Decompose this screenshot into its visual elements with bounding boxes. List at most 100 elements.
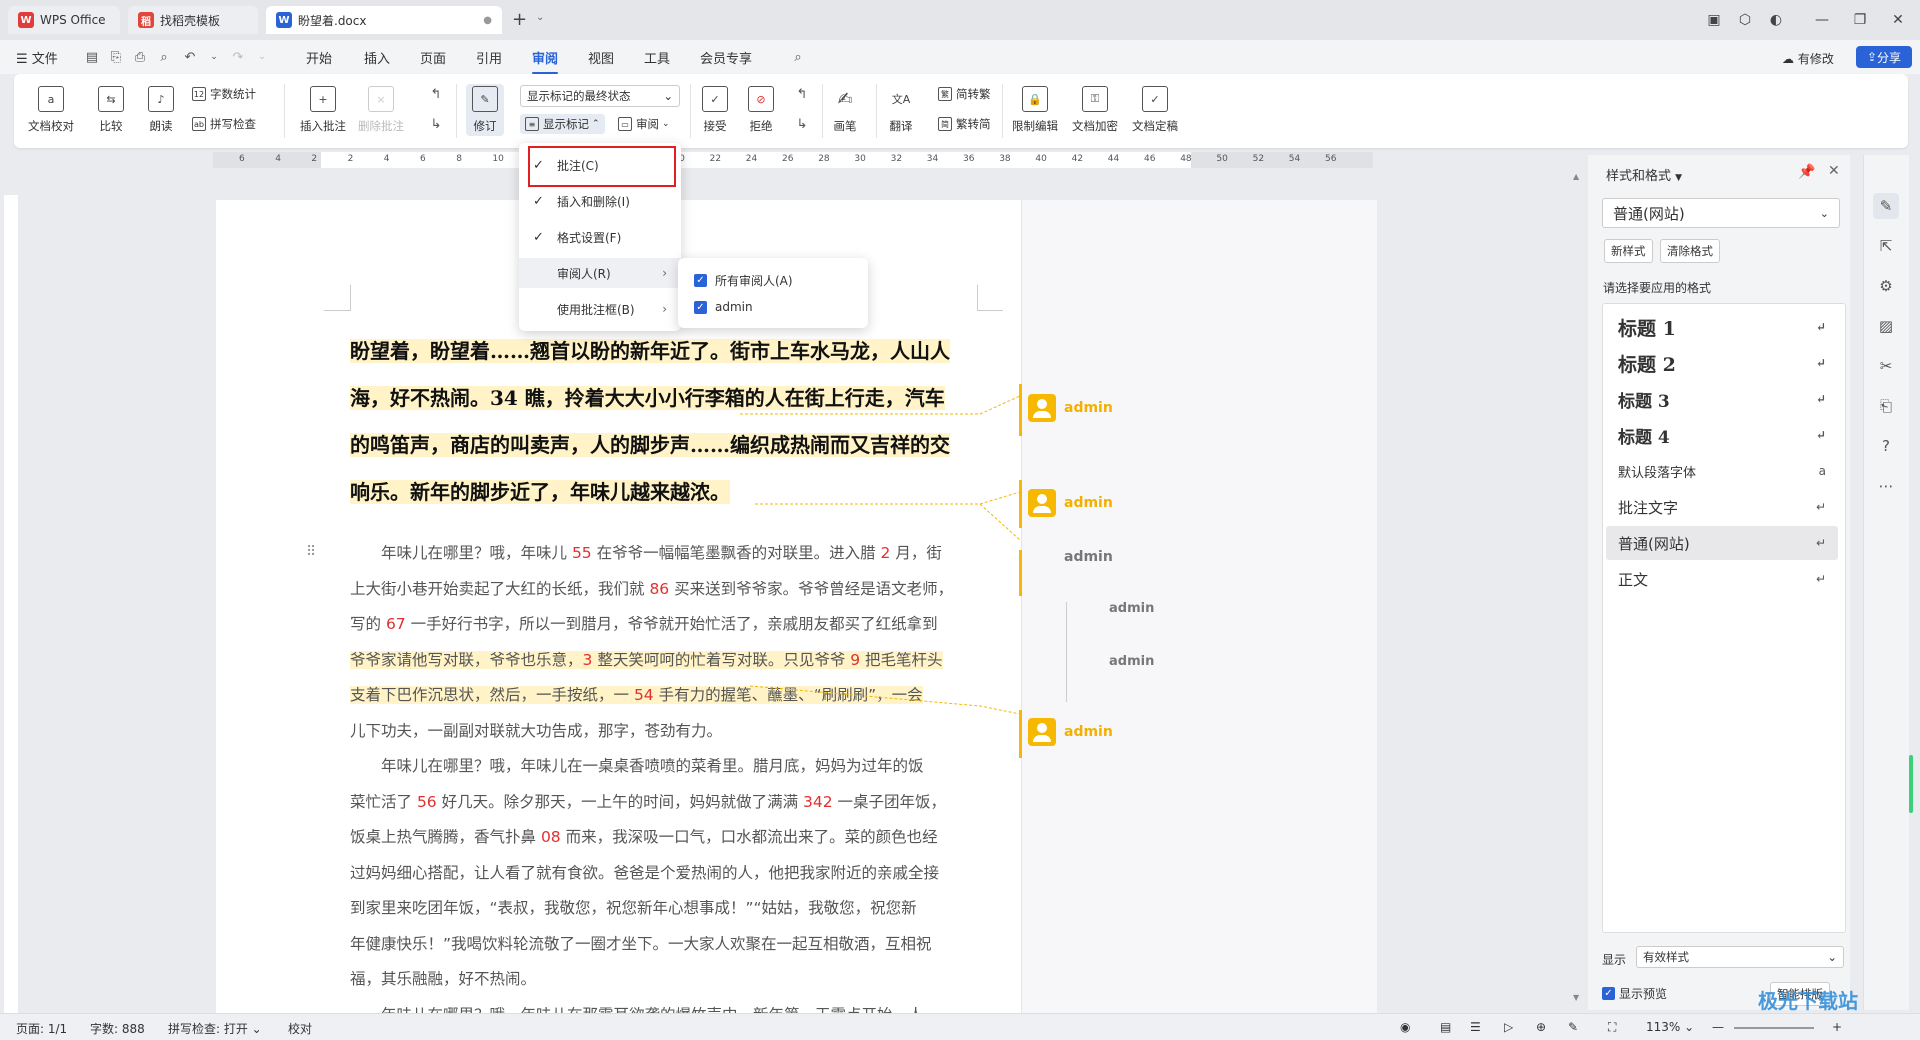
redo-icon[interactable]: ↷ [230,49,246,65]
delete-comment-button[interactable]: × 删除批注 [358,86,404,134]
style-heading-4[interactable]: 标题 4 ↵ [1606,418,1838,452]
new-style-button[interactable]: 新样式 [1604,239,1653,263]
insert-comment-button[interactable]: + 插入批注 [300,86,346,134]
user-avatar[interactable]: ◐ [1764,8,1788,32]
tab-modified-dot-icon[interactable]: ● [483,15,492,26]
horizontal-ruler[interactable]: 6422468101214161820222426283032343638404… [213,152,1373,168]
help-icon[interactable]: ? [1873,433,1899,459]
web-view-icon[interactable]: ⊕ [1536,1020,1546,1034]
style-normal-web[interactable]: 普通(网站) ↵ [1606,526,1838,560]
show-markup-button[interactable]: ≡ 显示标记 ⌃ [520,114,605,134]
tab-document[interactable]: W 盼望着.docx ● [266,6,502,34]
file-menu[interactable]: ☰ 文件 [16,48,58,67]
menu-item-reviewer-admin[interactable]: ✓ admin [694,300,753,314]
menu-page[interactable]: 页面 [420,48,446,67]
display-filter-select[interactable]: 有效样式 ⌄ [1636,946,1844,968]
menu-item-all-reviewers[interactable]: ✓ 所有审阅人(A) [694,272,793,289]
next-change-icon[interactable]: ↳ [794,116,810,132]
accept-button[interactable]: ✓ 接受 [702,86,728,134]
search-icon[interactable]: ⌕ [790,49,806,65]
tab-daoke[interactable]: 稻 找稻壳模板 [128,6,258,34]
styles-pen-icon[interactable]: ✎ [1873,193,1899,219]
comment-card[interactable]: admin [1064,549,1113,565]
save-icon[interactable]: ▤ [84,49,100,65]
drag-handle-icon[interactable]: ⠿ [306,544,316,560]
layout-icon[interactable]: ▣ [1702,8,1726,32]
tab-wps-office[interactable]: W WPS Office [8,6,120,34]
pen-view-icon[interactable]: ✎ [1568,1020,1578,1034]
tab-list-chevron-icon[interactable]: ⌄ [536,12,544,23]
track-changes-button[interactable]: ✎ 修订 [466,84,504,136]
prev-change-icon[interactable]: ↰ [794,86,810,102]
menu-start[interactable]: 开始 [306,48,332,67]
current-style-select[interactable]: 普通(网站) ⌄ [1602,198,1840,228]
minimize-icon[interactable]: — [1810,8,1834,32]
redo-dropdown-icon[interactable]: ⌄ [254,49,270,65]
fit-page-icon[interactable]: ⛶ [1608,1020,1616,1035]
pen-button[interactable]: ✍ 画笔 [832,86,858,134]
pdf-icon[interactable]: ⎘ [108,49,124,65]
menu-insert[interactable]: 插入 [364,48,390,67]
menu-review[interactable]: 审阅 [532,48,559,74]
display-mode-select[interactable]: 显示标记的最终状态 ⌄ [520,85,680,107]
comment-card[interactable]: admin [1028,394,1113,422]
to-traditional-button[interactable]: 繁简转繁 [938,86,991,102]
reject-button[interactable]: ⊘ 拒绝 [748,86,774,134]
zoom-slider[interactable] [1734,1027,1814,1029]
document-scrollbar[interactable]: ▲ ▼ [1573,172,1581,1002]
doc-finalize-button[interactable]: ✓ 文档定稿 [1132,86,1178,134]
to-simplified-button[interactable]: 简繁转简 [938,116,991,132]
tools-icon[interactable]: ✂ [1873,353,1899,379]
style-heading-2[interactable]: 标题 2 ↵ [1606,346,1838,380]
zoom-out-icon[interactable]: — [1712,1020,1724,1034]
pin-icon[interactable]: 📌 [1798,164,1815,180]
menu-view[interactable]: 视图 [588,48,614,67]
next-comment-icon[interactable]: ↳ [428,116,444,132]
clear-format-button[interactable]: 清除格式 [1660,239,1720,263]
page-view-icon[interactable]: ▤ [1440,1020,1451,1034]
translate-button[interactable]: 文A 翻译 [888,86,914,134]
edit-image-icon[interactable]: ▨ [1873,313,1899,339]
outline-icon[interactable]: ☰ [1470,1020,1481,1034]
comment-reply[interactable]: admin [1109,654,1154,669]
word-count-button[interactable]: 12 字数统计 [192,86,256,102]
undo-dropdown-icon[interactable]: ⌄ [206,49,222,65]
style-heading-1[interactable]: 标题 1 ↵ [1606,310,1838,344]
new-tab-button[interactable]: + [512,9,527,30]
menu-tools[interactable]: 工具 [644,48,670,67]
menu-item-reviewers[interactable]: 审阅人(R) › [519,258,681,288]
undo-icon[interactable]: ↶ [182,49,198,65]
comment-card[interactable]: admin [1028,718,1113,746]
print-icon[interactable]: ⎙ [132,49,148,65]
style-body[interactable]: 正文 ↵ [1606,562,1838,596]
zoom-in-icon[interactable]: + [1832,1020,1842,1034]
menu-member[interactable]: 会员专享 [700,48,752,67]
more-icon[interactable]: ⋯ [1873,473,1899,499]
zoom-level[interactable]: 113% ⌄ [1646,1020,1694,1034]
style-heading-3[interactable]: 标题 3 ↵ [1606,382,1838,416]
comment-card[interactable]: admin [1028,489,1113,517]
close-panel-icon[interactable]: ✕ [1828,163,1840,179]
eye-icon[interactable]: ◉ [1400,1020,1410,1034]
print-preview-icon[interactable]: ⌕ [156,49,172,65]
share-button[interactable]: ⇪ 分享 [1856,46,1912,68]
play-icon[interactable]: ▷ [1504,1020,1513,1034]
styles-panel-title[interactable]: 样式和格式 ▼ [1606,165,1682,184]
word-count[interactable]: 字数: 888 [90,1020,145,1037]
menu-item-balloons[interactable]: 使用批注框(B) › [519,294,681,324]
proofread-status[interactable]: 校对 [288,1020,312,1037]
restore-icon[interactable]: ❐ [1848,8,1872,32]
comment-reply[interactable]: admin [1109,601,1154,616]
menu-reference[interactable]: 引用 [476,48,502,67]
book-icon[interactable]: ⎗ [1873,393,1899,419]
review-pane-button[interactable]: ▭ 审阅 ⌄ [618,116,670,132]
read-aloud-button[interactable]: ♪ 朗读 [148,86,174,134]
close-icon[interactable]: ✕ [1886,8,1910,32]
style-default-font[interactable]: 默认段落字体 a [1606,454,1838,488]
compare-button[interactable]: ⇆ 比较 [98,86,124,134]
menu-item-insert-delete[interactable]: ✓ 插入和删除(I) [519,186,681,216]
spell-check-button[interactable]: ab 拼写检查 [192,116,256,132]
menu-item-formatting[interactable]: ✓ 格式设置(F) [519,222,681,252]
has-changes-indicator[interactable]: ☁ 有修改 [1782,50,1834,67]
restrict-edit-button[interactable]: 🔒 限制编辑 [1012,86,1058,134]
